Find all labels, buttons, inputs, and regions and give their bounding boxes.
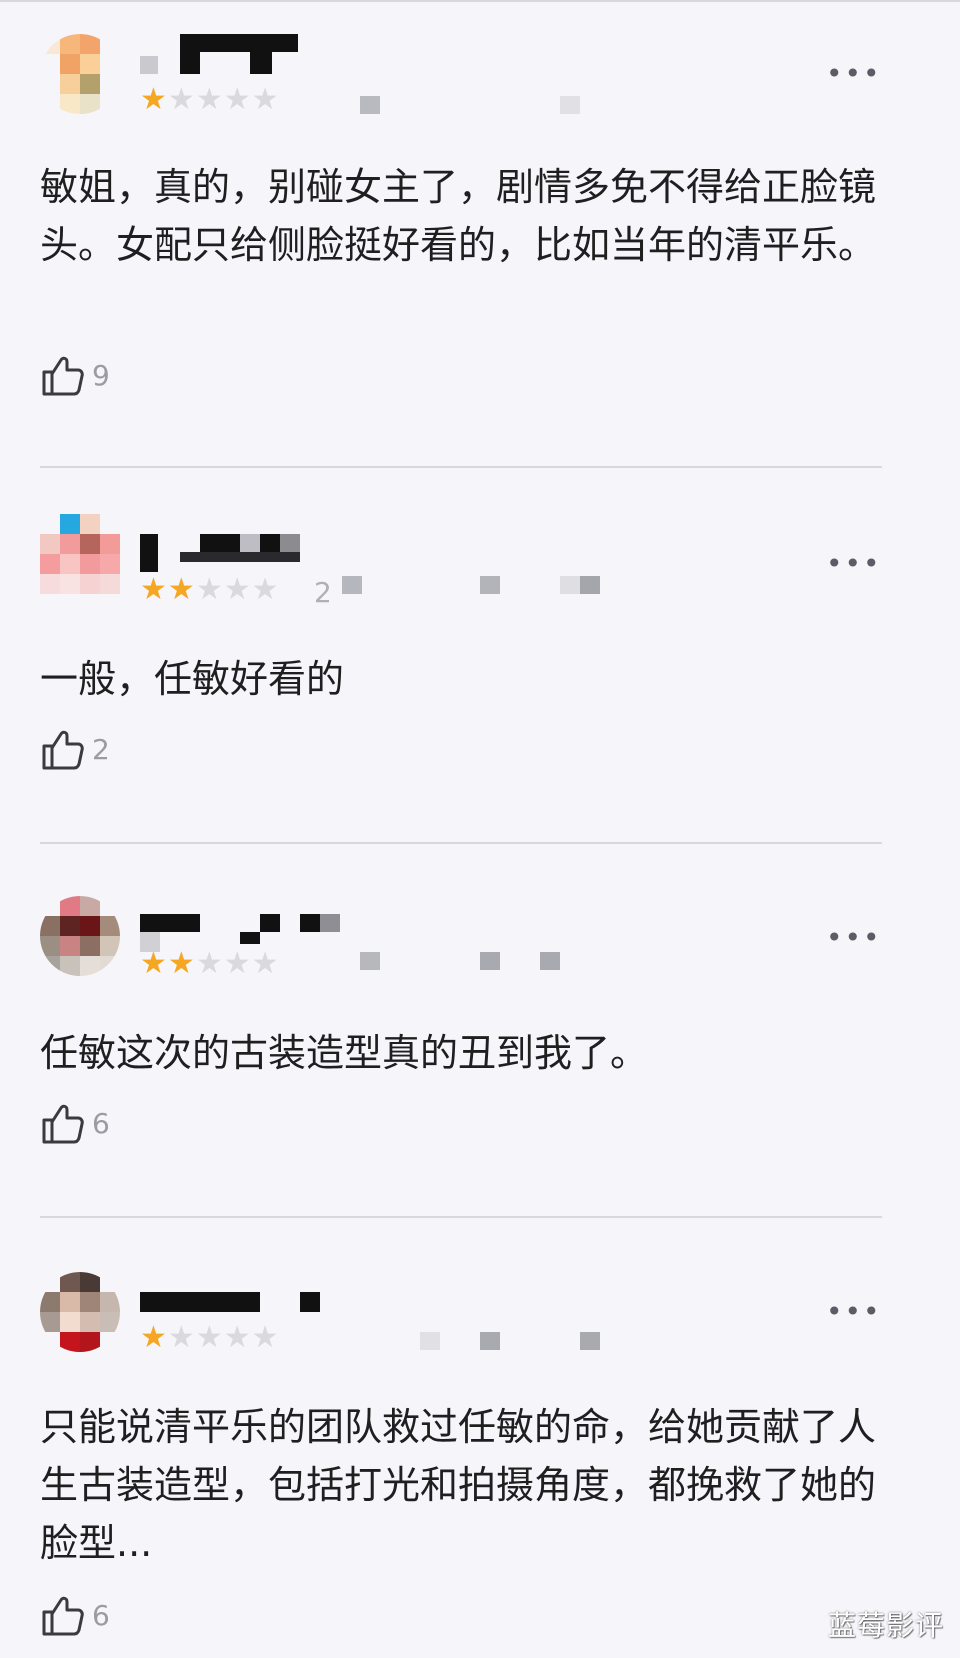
star-empty-icon: ★ (223, 946, 252, 981)
user-avatar-blurred[interactable] (40, 514, 120, 594)
star-empty-icon: ★ (167, 1320, 196, 1355)
username-redacted[interactable] (140, 914, 340, 952)
watermark-text: 蓝莓影评 (827, 1609, 944, 1642)
thumbs-up-icon (42, 356, 84, 396)
more-options-button[interactable]: ••• (826, 1298, 880, 1326)
more-options-button[interactable]: ••• (826, 550, 880, 578)
divider (40, 466, 882, 468)
star-empty-icon: ★ (195, 946, 224, 981)
star-rating: ★★★★★ (140, 948, 280, 980)
user-avatar-blurred[interactable] (40, 34, 120, 114)
review-text: 任敏这次的古装造型真的丑到我了。 (40, 1031, 649, 1075)
review-text: 敏姐，真的，别碰女主了，剧情多免不得给正脸镜头。女配只给侧脸挺好看的，比如当年的… (40, 165, 877, 267)
like-button[interactable]: 6 (40, 1098, 110, 1148)
redacted-meta (580, 576, 600, 594)
more-options-button[interactable]: ••• (826, 924, 880, 952)
like-count: 9 (92, 358, 110, 392)
redacted-meta (580, 1332, 600, 1350)
review-text: 只能说清平乐的团队救过任敏的命，给她贡献了人生古装造型，包括打光和拍摄角度，都挽… (40, 1405, 877, 1565)
star-empty-icon: ★ (223, 1320, 252, 1355)
username-redacted[interactable] (140, 34, 310, 74)
user-avatar-blurred[interactable] (40, 1272, 120, 1352)
like-button[interactable]: 9 (40, 350, 110, 400)
redacted-meta (360, 952, 380, 970)
star-empty-icon: ★ (223, 82, 252, 117)
thumbs-up-icon (42, 1104, 84, 1144)
star-rating: ★★★★★ (140, 1322, 280, 1354)
star-empty-icon: ★ (251, 82, 280, 117)
star-rating: ★★★★★ (140, 84, 280, 116)
like-button[interactable]: 6 (40, 1590, 110, 1640)
star-empty-icon: ★ (195, 1320, 224, 1355)
redacted-meta (480, 952, 500, 970)
star-empty-icon: ★ (251, 1320, 280, 1355)
like-button[interactable]: 2 (40, 724, 110, 774)
divider (40, 1216, 882, 1218)
more-options-button[interactable]: ••• (826, 60, 880, 88)
star-filled-icon: ★ (140, 572, 168, 607)
redacted-meta (420, 1332, 440, 1350)
redacted-meta (560, 96, 580, 114)
star-empty-icon: ★ (195, 572, 224, 607)
redacted-meta (560, 576, 580, 594)
thumbs-up-icon (42, 730, 84, 770)
top-border (0, 0, 960, 2)
star-empty-icon: ★ (223, 572, 252, 607)
redacted-meta (480, 1332, 500, 1350)
redacted-meta (540, 952, 560, 970)
star-empty-icon: ★ (195, 82, 224, 117)
star-filled-icon: ★ (140, 82, 168, 117)
rating-date: 2 (314, 576, 332, 609)
star-empty-icon: ★ (167, 82, 196, 117)
review-text: 一般，任敏好看的 (40, 657, 345, 701)
redacted-meta (480, 576, 500, 594)
star-filled-icon: ★ (167, 946, 196, 981)
username-redacted[interactable] (140, 1292, 320, 1322)
star-filled-icon: ★ (140, 946, 168, 981)
divider (40, 842, 882, 844)
star-rating: ★★★★★ (140, 574, 280, 606)
star-filled-icon: ★ (140, 1320, 168, 1355)
star-filled-icon: ★ (167, 572, 196, 607)
star-empty-icon: ★ (251, 946, 280, 981)
like-count: 2 (92, 732, 110, 766)
like-count: 6 (92, 1598, 110, 1632)
user-avatar-blurred[interactable] (40, 896, 120, 976)
username-redacted[interactable] (140, 534, 310, 572)
redacted-meta (360, 96, 380, 114)
redacted-meta (342, 576, 362, 594)
like-count: 6 (92, 1106, 110, 1140)
star-empty-icon: ★ (251, 572, 280, 607)
thumbs-up-icon (42, 1596, 84, 1636)
